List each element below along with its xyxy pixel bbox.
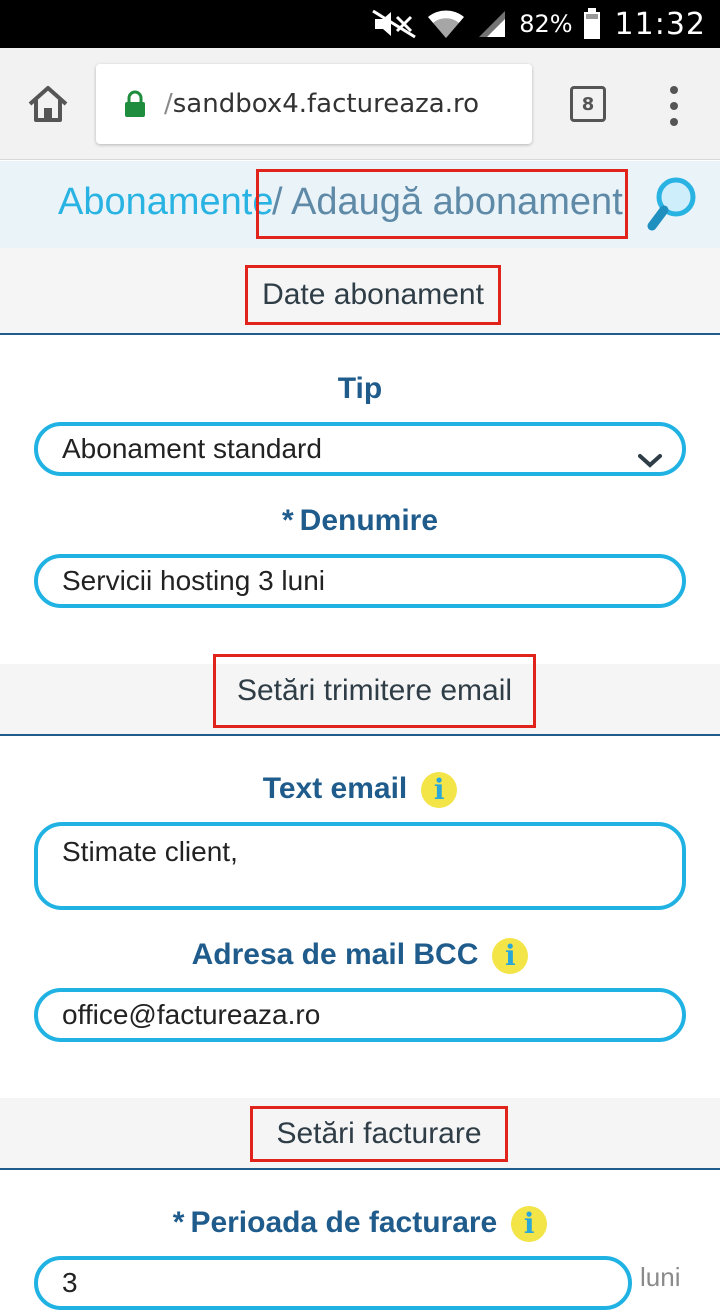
perioada-label: * Perioada de facturare i [0, 1206, 720, 1243]
info-icon[interactable]: i [492, 938, 529, 975]
signal-icon [475, 9, 507, 39]
tip-label: Tip [0, 372, 720, 406]
status-bar: 82% 11:32 [0, 0, 720, 48]
section-title-email: Setări trimitere email [236, 674, 513, 707]
lock-icon [124, 90, 146, 118]
address-bar[interactable]: /sandbox4.factureaza.ro [96, 64, 532, 144]
section-title-box: Setări facturare [250, 1106, 508, 1162]
perioada-input[interactable]: 3 [34, 1256, 632, 1310]
breadcrumb-separator: / [272, 181, 283, 223]
bcc-email-value: office@factureaza.ro [62, 999, 321, 1030]
required-marker: * [281, 504, 294, 537]
denumire-label-text: Denumire [299, 504, 439, 537]
section-title-box: Date abonament [245, 265, 501, 325]
tip-label-text: Tip [337, 372, 383, 405]
battery-icon [583, 8, 601, 40]
bcc-label: Adresa de mail BCC i [0, 938, 720, 975]
chevron-down-icon [638, 444, 662, 468]
text-email-label-text: Text email [262, 772, 408, 805]
url-host: sandbox4.factureaza.ro [172, 89, 480, 119]
info-icon[interactable]: i [511, 1206, 548, 1243]
tabs-icon[interactable]: 8 [570, 86, 606, 122]
tip-selected-value: Abonament standard [62, 433, 322, 464]
text-email-textarea[interactable]: Stimate client, [34, 822, 686, 910]
text-email-label: Text email i [0, 772, 720, 809]
clock: 11:32 [614, 6, 706, 42]
battery-percent: 82% [519, 10, 573, 38]
page-title: Adaugă abonament [291, 181, 623, 223]
breadcrumb-current: / Adaugă abonament [272, 181, 623, 224]
denumire-label: * Denumire [0, 504, 720, 538]
url-prefix: / [164, 89, 173, 119]
perioada-label-text: Perioada de facturare [190, 1206, 498, 1239]
perioada-value: 3 [62, 1267, 78, 1298]
bcc-label-text: Adresa de mail BCC [191, 938, 479, 971]
info-icon[interactable]: i [421, 772, 458, 809]
bcc-email-input[interactable]: office@factureaza.ro [34, 988, 686, 1042]
page-header: Abonamente / Adaugă abonament [0, 161, 720, 248]
browser-toolbar: /sandbox4.factureaza.ro 8 [0, 48, 720, 160]
denumire-input[interactable]: Servicii hosting 3 luni [34, 554, 686, 608]
home-icon[interactable] [26, 82, 70, 126]
overflow-menu-icon[interactable] [662, 86, 686, 126]
breadcrumb-root-link[interactable]: Abonamente [58, 181, 274, 224]
perioada-unit-label: luni [640, 1262, 681, 1292]
denumire-value: Servicii hosting 3 luni [62, 565, 326, 596]
url-text: /sandbox4.factureaza.ro [164, 89, 479, 119]
tip-select[interactable]: Abonament standard [34, 422, 686, 476]
search-icon[interactable] [646, 176, 698, 232]
mute-icon [371, 9, 417, 39]
section-title-facturare: Setări facturare [276, 1117, 482, 1150]
wifi-icon [427, 8, 465, 40]
section-title-box: Setări trimitere email [213, 654, 536, 728]
required-marker: * [172, 1206, 185, 1239]
section-title-date-abonament: Date abonament [262, 278, 484, 311]
text-email-value: Stimate client, [62, 836, 238, 867]
